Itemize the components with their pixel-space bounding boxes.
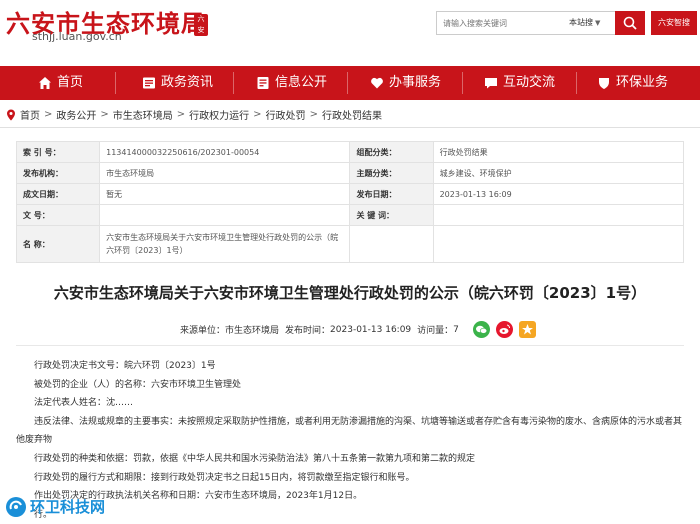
info-icon: [257, 77, 269, 89]
table-row: 文 号： 关 键 词：: [15, 204, 685, 226]
watermark-text: 环卫科技网: [30, 498, 106, 516]
table-row: 发布机构： 市生态环境局 主题分类： 城乡建设、环境保护: [15, 162, 685, 184]
breadcrumb-item[interactable]: 行政处罚结果: [322, 107, 382, 122]
search-icon: [623, 16, 637, 30]
nav-item-service[interactable]: 办事服务: [370, 66, 441, 100]
nav-item-info[interactable]: 信息公开: [256, 66, 327, 100]
nav-divider: [347, 72, 348, 94]
keywords-label: 关 键 词：: [349, 204, 434, 226]
nav-label: 首页: [57, 75, 84, 90]
topic-label: 主题分类：: [349, 162, 434, 184]
document-info-table: 索 引 号： 113414000032250616/202301-00054 组…: [15, 141, 685, 263]
favorite-share-icon[interactable]: [518, 321, 536, 338]
nav-label: 政务资讯: [161, 75, 214, 90]
nav-item-env[interactable]: 环保业务: [597, 66, 668, 100]
breadcrumb-separator: >: [253, 109, 262, 120]
nav-divider: [233, 72, 234, 94]
source-value: 市生态环境局: [225, 326, 280, 336]
category-value: 行政处罚结果: [432, 141, 685, 163]
nav-item-news[interactable]: 政务资讯: [142, 66, 213, 100]
article-body: 行政处罚决定书文号：皖六环罚〔2023〕1号 被处罚的企业（人）的名称：六安市环…: [16, 357, 688, 524]
site-domain: sthjj.luan.gov.cn: [32, 30, 122, 43]
article-title: 六安市生态环境局关于六安市环境卫生管理处行政处罚的公示（皖六环罚〔2023〕1号…: [53, 284, 647, 302]
nav-label: 互动交流: [503, 75, 556, 90]
name-value: 六安市生态环境局关于六安市环境卫生管理处行政处罚的公示（皖六环罚〔2023〕1号…: [99, 225, 351, 263]
published-date-value: 2023-01-13 16:09: [432, 183, 685, 205]
nav-divider: [576, 72, 577, 94]
nav-label: 信息公开: [275, 75, 328, 90]
reads-value: 7: [453, 324, 459, 335]
paragraph: 违反法律、法规或规章的主要事实：未按照规定采取防护性措施，或者利用无防渗漏措施的…: [16, 416, 683, 446]
chevron-down-icon: ▼: [595, 19, 601, 27]
name-label: 名 称：: [15, 225, 101, 263]
nav-divider: [115, 72, 116, 94]
search-box: 本站搜▼: [436, 11, 616, 35]
location-icon: [7, 109, 15, 120]
breadcrumb-separator: >: [44, 109, 53, 120]
breadcrumb-item[interactable]: 行政权力运行: [189, 107, 249, 122]
paragraph: 作出处罚决定的行政执法机关名称和日期：六安市生态环境局，2023年1月12日。: [34, 491, 363, 502]
smart-search-button[interactable]: 六安智搜: [651, 11, 697, 35]
date-label: 发布时间：: [285, 326, 331, 336]
created-date-value: 暂无: [99, 183, 351, 205]
index-label: 索 引 号：: [15, 141, 101, 163]
nav-label: 环保业务: [616, 75, 669, 90]
article-meta: 来源单位： 市生态环境局 发布时间： 2023-01-13 16:09 访问量：…: [180, 321, 542, 338]
news-icon: [143, 77, 155, 89]
paragraph: 法定代表人姓名：沈……: [34, 398, 134, 409]
nav-item-home[interactable]: 首页: [38, 66, 83, 100]
paragraph: 被处罚的企业（人）的名称：六安市环境卫生管理处: [34, 379, 242, 390]
breadcrumb-separator: >: [176, 109, 186, 120]
search-scope-select[interactable]: 本站搜 ▼: [563, 12, 615, 34]
watermark-logo-icon: [6, 496, 26, 517]
nav-label: 办事服务: [389, 75, 442, 90]
paragraph: 行政处罚的履行方式和期限：接到行政处罚决定书之日起15日内，将罚款缴至指定银行和…: [34, 472, 415, 483]
env-icon: [599, 78, 609, 89]
paragraph: 行政处罚的种类和依据：罚款，依据《中华人民共和国水污染防治法》第八十五条第一款第…: [34, 453, 476, 464]
breadcrumb-item[interactable]: 政务公开: [56, 107, 96, 122]
breadcrumb-divider: [0, 127, 700, 128]
reads-label: 访问量：: [417, 326, 454, 336]
search-button[interactable]: [615, 11, 645, 35]
table-row: 名 称： 六安市生态环境局关于六安市环境卫生管理处行政处罚的公示（皖六环罚〔20…: [15, 225, 685, 263]
publisher-value: 市生态环境局: [99, 162, 351, 184]
nav-item-interaction[interactable]: 互动交流: [484, 66, 555, 100]
date-value: 2023-01-13 16:09: [330, 324, 412, 335]
weibo-share-icon[interactable]: [495, 321, 513, 338]
breadcrumb-item[interactable]: 首页: [20, 107, 40, 122]
keywords-value: [432, 204, 685, 226]
docno-label: 文 号：: [15, 204, 101, 226]
breadcrumb: 首页 > 政务公开 > 市生态环境局 > 行政权力运行 > 行政处罚 > 行政处罚结果: [6, 107, 382, 122]
table-row: 成文日期： 暂无 发布日期： 2023-01-13 16:09: [15, 183, 685, 205]
source-label: 来源单位：: [180, 326, 226, 336]
breadcrumb-item[interactable]: 行政处罚: [266, 107, 306, 122]
seal-logo: 六安: [194, 14, 208, 36]
published-date-label: 发布日期：: [349, 183, 434, 205]
index-value: 113414000032250616/202301-00054: [99, 141, 351, 163]
topic-value: 城乡建设、环境保护: [432, 162, 685, 184]
nav-divider: [462, 72, 463, 94]
search-scope-label: 本站搜: [569, 18, 593, 27]
wechat-share-icon[interactable]: [472, 321, 490, 338]
article-divider: [16, 345, 684, 346]
main-nav: 首页 政务资讯 信息公开 办事服务 互动交流 环保业务: [0, 66, 700, 100]
paragraph: 行政处罚决定书文号：皖六环罚〔2023〕1号: [34, 361, 216, 371]
created-date-label: 成文日期：: [15, 183, 101, 205]
paragraph: 行。: [34, 509, 53, 520]
breadcrumb-separator: >: [100, 109, 109, 120]
empty-value: [432, 225, 685, 263]
home-icon: [39, 77, 51, 89]
service-icon: [371, 77, 383, 89]
watermark: 环卫科技网: [6, 496, 105, 517]
breadcrumb-separator: >: [309, 109, 318, 120]
breadcrumb-item[interactable]: 市生态环境局: [113, 107, 173, 122]
empty-label: [349, 225, 434, 263]
chat-icon: [485, 78, 497, 89]
table-row: 索 引 号： 113414000032250616/202301-00054 组…: [15, 141, 685, 163]
publisher-label: 发布机构：: [15, 162, 101, 184]
site-header: 六安市生态环境局 六安 sthjj.luan.gov.cn 本站搜▼ 六安智搜: [0, 0, 700, 66]
category-label: 组配分类：: [349, 141, 434, 163]
docno-value: [99, 204, 351, 226]
search-input[interactable]: [437, 12, 561, 34]
